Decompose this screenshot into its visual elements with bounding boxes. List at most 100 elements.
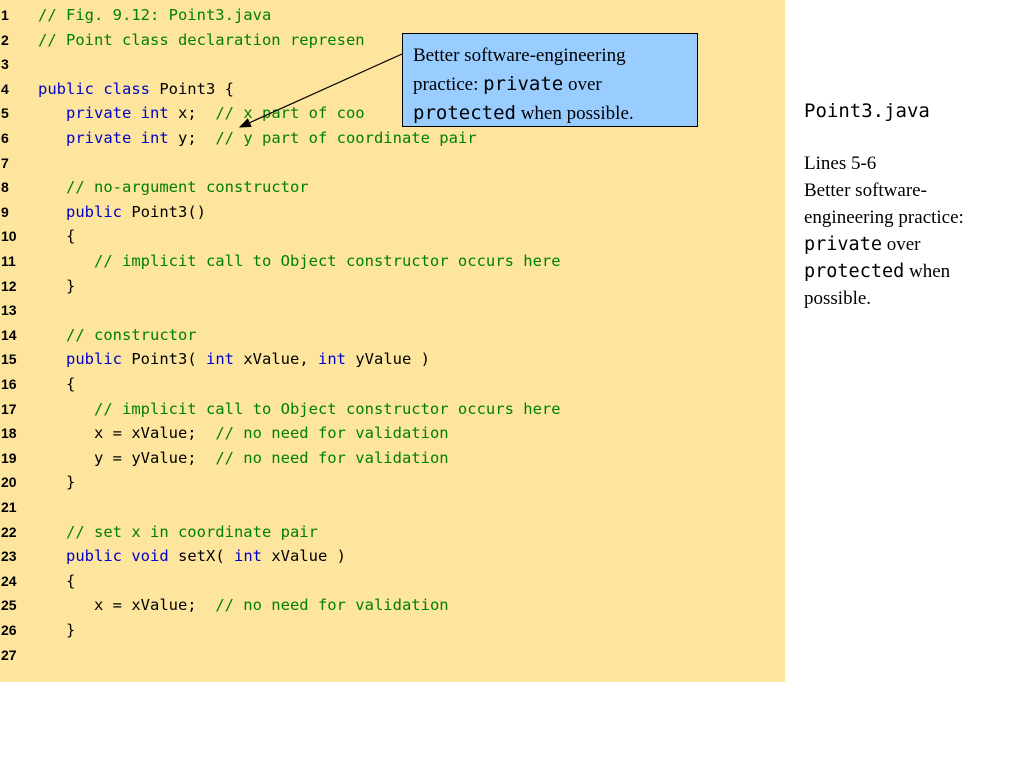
code-comment: // implicit call to Object constructor o…: [38, 252, 561, 270]
code-comment: // no-argument constructor: [38, 178, 309, 197]
line-number: 1: [1, 7, 9, 23]
code-source: public class Point3 {: [38, 77, 234, 102]
code-keyword: int: [318, 350, 346, 369]
code-source: x = xValue; // no need for validation: [38, 421, 449, 446]
code-comment: // no need for validation: [215, 448, 449, 467]
line-number: 23: [1, 548, 17, 565]
code-text: {: [38, 227, 76, 246]
code-comment: // no need for validation: [215, 424, 449, 443]
callout-text: over: [563, 74, 602, 95]
code-keyword: int: [206, 350, 234, 369]
code-text: }: [38, 621, 76, 639]
code-line: 24 {: [0, 569, 785, 594]
side-code-private: private: [804, 234, 882, 255]
code-line: 16 {: [0, 372, 785, 397]
code-keyword: int: [233, 547, 262, 566]
code-comment: // Point class declaration represen: [38, 30, 365, 49]
code-source: // Point class declaration represen: [38, 28, 365, 53]
code-source: }: [38, 470, 75, 495]
line-number: 13: [1, 302, 17, 319]
code-source: {: [38, 372, 75, 397]
code-text: setX(: [168, 547, 234, 566]
code-source: y = yValue; // no need for validation: [38, 446, 449, 471]
code-line: 22 // set x in coordinate pair: [0, 520, 785, 545]
code-line: 23 public void setX( int xValue ): [0, 544, 785, 569]
callout-code-private: private: [483, 73, 564, 95]
code-text: xValue,: [234, 350, 318, 369]
code-line: 11 // implicit call to Object constructo…: [0, 249, 785, 274]
code-line: 13: [0, 298, 785, 323]
callout-text: practice:: [413, 74, 484, 95]
line-number: 7: [1, 154, 9, 171]
code-source: // no-argument constructor: [38, 175, 309, 200]
code-text: }: [38, 473, 76, 492]
code-source: }: [38, 618, 75, 643]
side-filename: Point3.java: [804, 100, 930, 122]
code-line: 10 {: [0, 224, 785, 249]
code-text: Point3(: [122, 350, 206, 369]
line-number: 8: [1, 179, 9, 196]
line-number: 18: [1, 425, 17, 442]
code-line: 21: [0, 495, 785, 520]
callout-box: Better software-engineering practice: pr…: [402, 33, 698, 127]
line-number: 4: [1, 80, 9, 97]
code-text: }: [38, 276, 76, 295]
code-source: private int x; // x part of coo: [38, 101, 365, 126]
code-comment: // x part of coo: [215, 104, 365, 123]
code-keyword: public: [38, 350, 122, 369]
code-line: 17 // implicit call to Object constructo…: [0, 397, 785, 422]
line-number: 16: [1, 376, 17, 392]
code-source: // Fig. 9.12: Point3.java: [38, 3, 271, 28]
callout-code-protected: protected: [413, 102, 516, 124]
line-number: 6: [1, 130, 9, 146]
code-line: 20 }: [0, 470, 785, 495]
code-line: 26 }: [0, 618, 785, 643]
code-text: {: [38, 375, 76, 393]
code-comment: // y part of coordinate pair: [215, 129, 477, 147]
code-line: 15 public Point3( int xValue, int yValue…: [0, 347, 785, 372]
code-text: x;: [168, 104, 216, 123]
code-text: x = xValue;: [38, 596, 216, 615]
callout-line-1: Better software-engineering: [413, 45, 626, 66]
callout-line-3: protected when possible.: [413, 99, 688, 128]
callout-line-2: practice: private over: [413, 70, 688, 99]
line-number: 25: [1, 597, 17, 614]
line-number: 2: [1, 31, 9, 48]
code-text: x = xValue;: [38, 424, 216, 443]
side-description: Lines 5-6 Better software-engineering pr…: [804, 150, 1014, 312]
code-text: Point3(): [122, 202, 206, 221]
side-desc-text: Better software-engineering practice: pr…: [804, 177, 1014, 312]
code-source: // implicit call to Object constructor o…: [38, 249, 561, 274]
code-line: 9 public Point3(): [0, 200, 785, 225]
code-text: xValue ): [261, 547, 346, 566]
code-source: private int y; // y part of coordinate p…: [38, 126, 477, 151]
line-number: 21: [1, 499, 17, 515]
code-comment: // constructor: [38, 325, 197, 344]
line-number: 24: [1, 572, 17, 589]
line-number: 14: [1, 326, 17, 343]
code-text: {: [38, 571, 76, 590]
code-source: // implicit call to Object constructor o…: [38, 397, 561, 422]
line-number: 26: [1, 622, 17, 638]
line-number: 22: [1, 523, 17, 540]
code-source: {: [38, 224, 75, 249]
line-number: 17: [1, 400, 17, 417]
line-number: 20: [1, 474, 17, 491]
code-keyword: public class: [38, 79, 150, 98]
code-text: Point3 {: [149, 79, 234, 98]
code-keyword: public: [38, 202, 122, 221]
code-source: public Point3( int xValue, int yValue ): [38, 347, 430, 372]
code-line: 14 // constructor: [0, 323, 785, 348]
side-notes: Point3.java Lines 5-6 Better software-en…: [804, 96, 1014, 312]
line-number: 9: [1, 203, 9, 220]
code-line: 25 x = xValue; // no need for validation: [0, 593, 785, 618]
line-number: 15: [1, 351, 17, 368]
code-line: 19 y = yValue; // no need for validation: [0, 446, 785, 471]
code-line: 6 private int y; // y part of coordinate…: [0, 126, 785, 151]
code-source: // set x in coordinate pair: [38, 520, 318, 545]
line-number: 5: [1, 105, 9, 122]
line-number: 10: [1, 228, 17, 245]
code-keyword: private int: [38, 129, 169, 147]
code-line: 12 }: [0, 274, 785, 299]
line-number: 11: [1, 253, 16, 269]
